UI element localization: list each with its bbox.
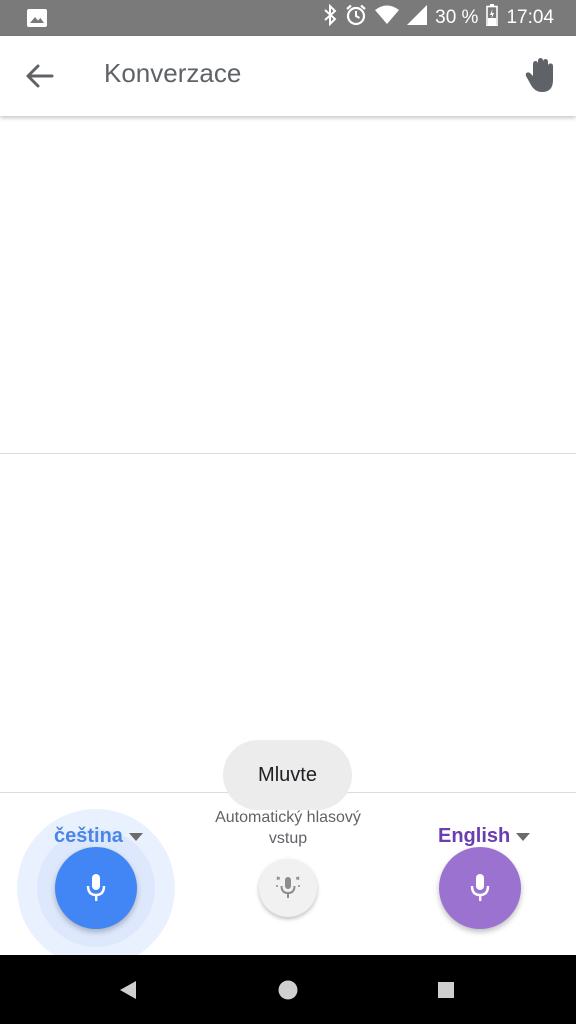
battery-icon xyxy=(486,4,499,32)
wifi-icon xyxy=(375,5,400,31)
auto-voice-label-line1: Automatický hlasový xyxy=(215,809,361,826)
speak-tooltip: Mluvte xyxy=(223,740,352,810)
target-language-selector[interactable]: English xyxy=(438,825,531,848)
conversation-pane-top xyxy=(0,116,576,453)
arrow-back-icon[interactable] xyxy=(22,60,58,92)
hand-icon[interactable] xyxy=(524,56,558,94)
signal-icon xyxy=(407,5,428,31)
target-language-label: English xyxy=(438,825,511,847)
image-notification-icon xyxy=(26,8,48,33)
system-navigation-bar xyxy=(0,955,576,1024)
microphone-icon xyxy=(86,874,106,901)
dropdown-arrow-icon xyxy=(128,833,143,841)
clock-time: 17:04 xyxy=(506,7,554,28)
bluetooth-icon xyxy=(323,3,337,32)
target-mic-button[interactable] xyxy=(439,847,521,929)
dropdown-arrow-icon xyxy=(516,833,531,841)
source-language-selector[interactable]: čeština xyxy=(54,825,143,848)
nav-home-icon[interactable] xyxy=(258,955,318,1024)
nav-recents-icon[interactable] xyxy=(416,955,476,1024)
status-bar: 30 % 17:04 xyxy=(0,0,576,36)
auto-voice-label-line2: vstup xyxy=(268,830,308,847)
auto-voice-input-label: Automatický hlasový vstup xyxy=(198,807,378,849)
auto-voice-mic-button[interactable] xyxy=(259,859,317,917)
source-language-label: čeština xyxy=(54,825,123,847)
microphone-icon xyxy=(470,874,490,901)
battery-percent: 30 % xyxy=(435,7,479,28)
nav-back-icon[interactable] xyxy=(98,955,158,1024)
microphone-auto-icon xyxy=(276,876,300,898)
alarm-icon xyxy=(345,4,367,32)
source-mic-button[interactable] xyxy=(55,847,137,929)
app-bar: Konverzace xyxy=(0,36,576,116)
page-title: Konverzace xyxy=(104,58,242,88)
